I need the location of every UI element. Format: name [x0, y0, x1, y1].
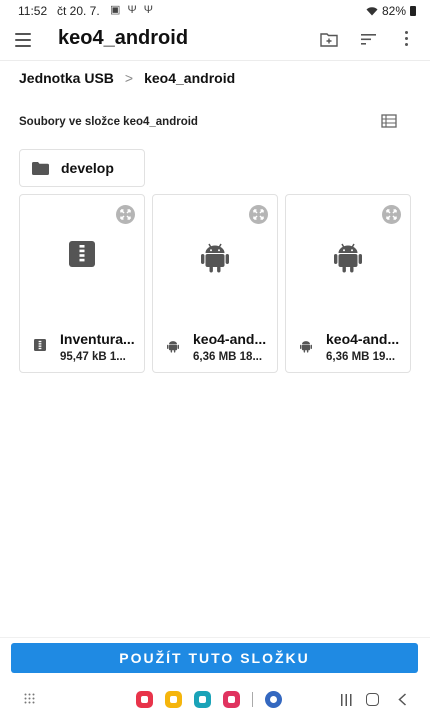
expand-icon[interactable]: [249, 205, 268, 224]
calendar-app-icon[interactable]: [194, 691, 211, 708]
folder-name: develop: [61, 160, 114, 176]
more-options-icon[interactable]: [405, 31, 409, 49]
file-name: Inventura...: [60, 331, 135, 347]
red-app-icon[interactable]: [136, 691, 153, 708]
android-icon: [300, 341, 312, 353]
status-bar: 11:52 čt 20. 7. ▣ Ψ Ψ 82%: [0, 0, 430, 22]
breadcrumb: Jednotka USB > keo4_android: [19, 70, 235, 86]
expand-icon[interactable]: [116, 205, 135, 224]
android-icon: [334, 243, 362, 273]
battery-icon: [410, 6, 416, 16]
pink-app-icon[interactable]: [223, 691, 240, 708]
archive-icon: [69, 241, 95, 267]
back-icon[interactable]: [398, 693, 407, 706]
header-divider: [0, 60, 430, 61]
bottom-divider: [0, 637, 430, 638]
expand-icon[interactable]: [382, 205, 401, 224]
yellow-app-icon[interactable]: [165, 691, 182, 708]
battery-percent: 82%: [381, 4, 406, 18]
status-date: čt 20. 7.: [57, 4, 100, 18]
dock-separator: [252, 692, 253, 707]
breadcrumb-separator: >: [124, 70, 134, 86]
android-icon: [201, 243, 229, 273]
recents-icon[interactable]: [340, 694, 353, 706]
file-name: keo4-and...: [193, 331, 267, 347]
status-time: 11:52: [18, 4, 48, 18]
file-meta: 95,47 kB 1...: [60, 351, 126, 363]
use-this-folder-button[interactable]: POUŽÍT TUTO SLOŽKU: [11, 643, 418, 673]
folder-icon: [32, 161, 49, 175]
file-card[interactable]: keo4-and... 6,36 MB 18...: [152, 194, 278, 373]
app-dock: [136, 691, 282, 708]
menu-icon[interactable]: [15, 33, 31, 47]
breadcrumb-current[interactable]: keo4_android: [144, 70, 235, 86]
file-card[interactable]: Inventura... 95,47 kB 1...: [19, 194, 145, 373]
new-folder-icon[interactable]: [320, 32, 338, 47]
list-view-icon[interactable]: [381, 114, 397, 128]
android-icon: [167, 341, 179, 353]
file-meta: 6,36 MB 18...: [193, 351, 263, 363]
folder-item-develop[interactable]: develop: [19, 149, 145, 187]
navigation-bar: [0, 683, 430, 717]
file-meta: 6,36 MB 19...: [326, 351, 396, 363]
home-icon[interactable]: [366, 693, 379, 706]
app-bar: keo4_android: [0, 24, 430, 58]
app-drawer-icon[interactable]: [24, 693, 35, 704]
page-title: keo4_android: [58, 27, 189, 49]
archive-icon: [34, 339, 46, 351]
notification-icons: ▣ Ψ Ψ: [110, 4, 155, 16]
file-card[interactable]: keo4-and... 6,36 MB 19...: [285, 194, 411, 373]
wifi-icon: [366, 7, 378, 16]
section-label: Soubory ve složce keo4_android: [19, 116, 198, 128]
breadcrumb-root[interactable]: Jednotka USB: [19, 70, 114, 86]
settings-app-icon[interactable]: [265, 691, 282, 708]
sort-icon[interactable]: [361, 33, 377, 46]
file-name: keo4-and...: [326, 331, 400, 347]
